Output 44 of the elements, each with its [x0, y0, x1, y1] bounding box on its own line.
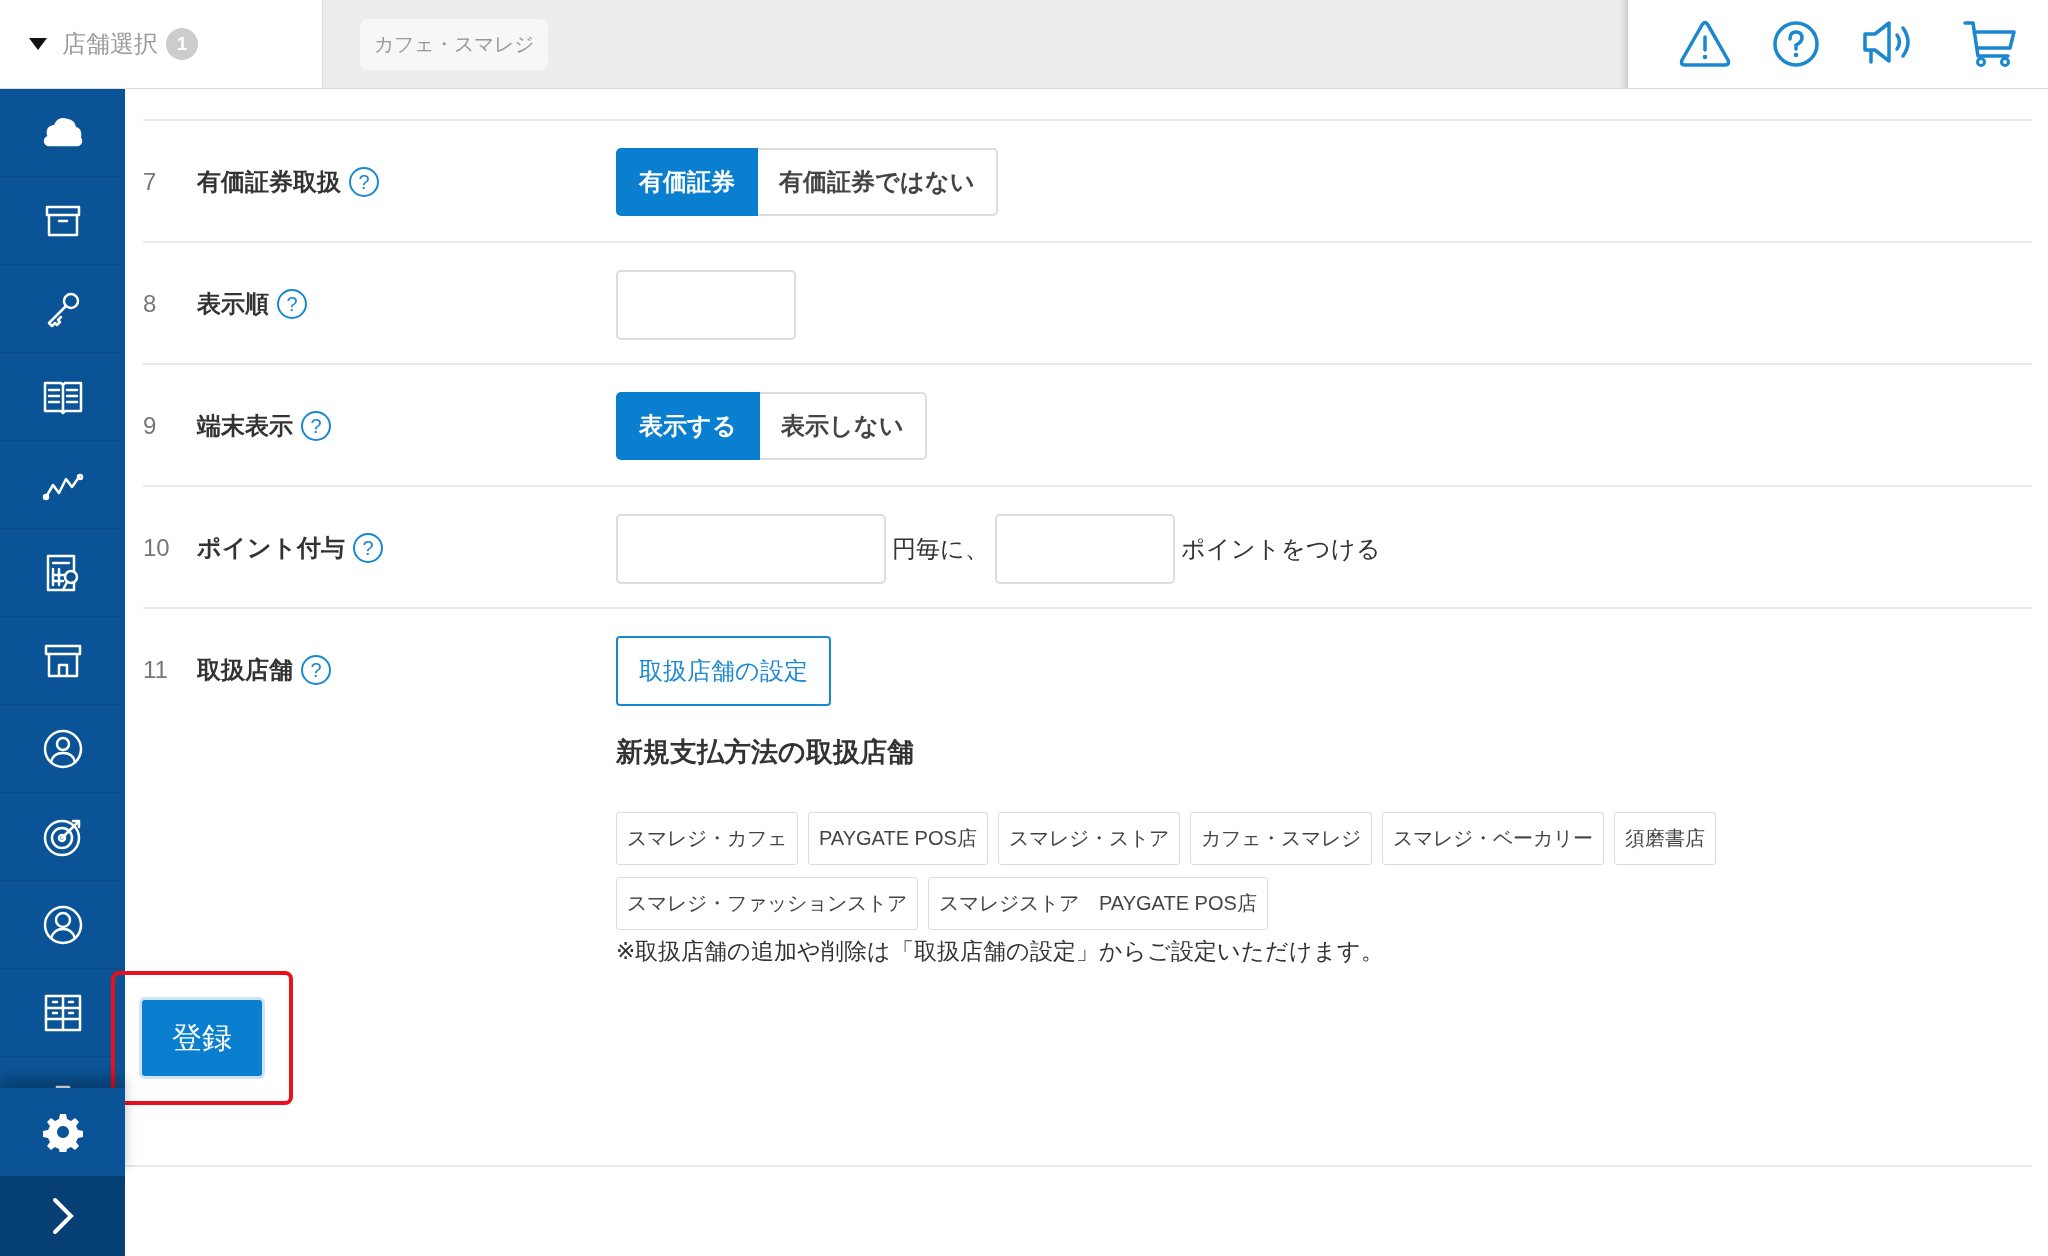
- store-tag: スマレジ・カフェ: [616, 812, 798, 865]
- field-label: 端末表示: [197, 411, 293, 441]
- row-number: 7: [143, 167, 158, 197]
- toggle-option[interactable]: 有価証券ではない: [758, 148, 998, 216]
- store-chip: カフェ・スマレジ: [360, 18, 548, 70]
- row-number: 8: [143, 289, 158, 319]
- unit-text: ポイントをつける: [1181, 534, 1381, 564]
- field-label: ポイント付与: [197, 533, 345, 563]
- toggle-option[interactable]: 表示する: [616, 392, 760, 460]
- note-text: ※取扱店舗の追加や削除は「取扱店舗の設定」からご設定いただけます。: [616, 937, 1385, 966]
- chevron-right-icon[interactable]: [50, 1196, 75, 1236]
- toggle-option[interactable]: 表示しない: [760, 392, 927, 460]
- unit-text: 円毎に、: [892, 534, 989, 564]
- store-tag: スマレジ・ストア: [997, 812, 1180, 865]
- caret-down-icon[interactable]: [28, 37, 48, 51]
- help-icon[interactable]: ?: [301, 655, 331, 685]
- input-field[interactable]: [616, 270, 796, 340]
- help-icon[interactable]: ?: [349, 167, 379, 197]
- store-tag: 須磨書店: [1613, 812, 1716, 865]
- help-icon[interactable]: [1771, 20, 1820, 68]
- field-label: 表示順: [197, 289, 269, 319]
- register-button[interactable]: 登録: [139, 997, 265, 1079]
- input-field[interactable]: [616, 514, 886, 584]
- input-field[interactable]: [995, 514, 1175, 584]
- section-heading: 新規支払方法の取扱店舗: [616, 736, 914, 769]
- help-icon[interactable]: ?: [301, 411, 331, 441]
- row-number: 9: [143, 411, 158, 441]
- help-icon[interactable]: ?: [353, 533, 383, 563]
- toggle-option[interactable]: 有価証券: [616, 148, 758, 216]
- store-settings-button[interactable]: 取扱店舗の設定: [616, 636, 831, 706]
- row-number: 11: [143, 655, 169, 685]
- cart-icon[interactable]: [1961, 20, 2018, 68]
- store-tag: PAYGATE POS店: [808, 812, 988, 865]
- store-tag: スマレジストア PAYGATE POS店: [928, 877, 1268, 930]
- settings-icon[interactable]: [42, 1112, 83, 1152]
- store-tag: スマレジ・ベーカリー: [1381, 812, 1604, 865]
- store-tag: スマレジ・ファッションストア: [616, 877, 918, 930]
- help-icon[interactable]: ?: [277, 289, 307, 319]
- store-tag: カフェ・スマレジ: [1189, 812, 1372, 865]
- field-label: 有価証券取扱: [197, 167, 341, 197]
- store-selector-label[interactable]: 店舗選択: [62, 28, 158, 60]
- row-number: 10: [143, 533, 171, 563]
- field-label: 取扱店舗: [197, 655, 293, 685]
- warning-icon[interactable]: [1678, 20, 1731, 68]
